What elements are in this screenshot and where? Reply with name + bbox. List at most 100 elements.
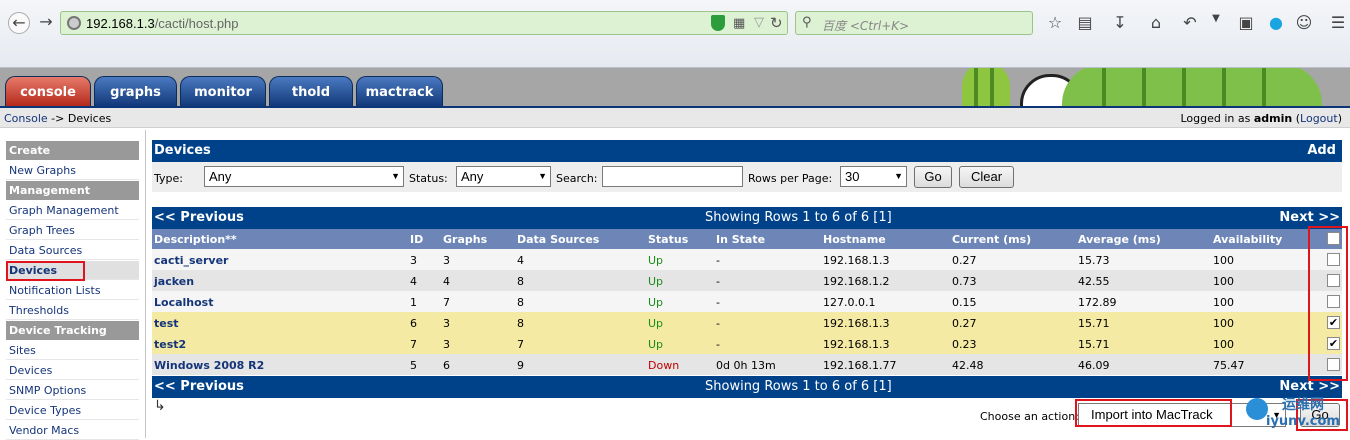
cell-status: Down bbox=[648, 359, 680, 372]
col-hostname[interactable]: Hostname bbox=[823, 233, 886, 246]
status-select[interactable]: Any ▼ bbox=[456, 166, 551, 187]
tab-monitor[interactable]: monitor bbox=[180, 76, 266, 106]
qrcode-icon[interactable]: ▦ bbox=[733, 16, 745, 31]
reload-icon[interactable]: ↻ bbox=[770, 14, 783, 32]
device-description-link[interactable]: jacken bbox=[154, 275, 194, 288]
cell-hostname: 192.168.1.2 bbox=[823, 275, 890, 288]
cell-current: 0.15 bbox=[952, 296, 977, 309]
type-select[interactable]: Any ▼ bbox=[204, 166, 404, 187]
emoji-icon[interactable]: ☺ bbox=[1294, 13, 1314, 32]
cell-graphs: 3 bbox=[443, 317, 450, 330]
search-icon: ⚲ bbox=[802, 15, 812, 30]
cell-status: Up bbox=[648, 275, 664, 288]
cell-id: 1 bbox=[410, 296, 417, 309]
sidebar-item-graph-management[interactable]: Graph Management bbox=[6, 201, 139, 220]
address-text: 192.168.1.3/cacti/host.php bbox=[86, 16, 239, 31]
device-description-link[interactable]: cacti_server bbox=[154, 254, 228, 267]
search-box[interactable]: ⚲ 百度 <Ctrl+K> bbox=[795, 11, 1033, 35]
cell-hostname: 192.168.1.3 bbox=[823, 254, 890, 267]
skype-icon[interactable]: ● bbox=[1266, 13, 1286, 32]
device-description-link[interactable]: test bbox=[154, 317, 179, 330]
col-current-ms[interactable]: Current (ms) bbox=[952, 233, 1031, 246]
panel-title: Devices bbox=[154, 143, 211, 158]
cell-availability: 75.47 bbox=[1213, 359, 1245, 372]
tab-thold[interactable]: thold bbox=[269, 76, 353, 106]
dropdown-arrow-icon[interactable]: ▽ bbox=[754, 15, 764, 30]
address-bar[interactable]: 192.168.1.3/cacti/host.php ▦ ▽ ↻ bbox=[60, 11, 788, 35]
col-status[interactable]: Status bbox=[648, 233, 688, 246]
rows-per-page-label: Rows per Page: bbox=[748, 172, 833, 185]
browser-toolbar: ← → 192.168.1.3/cacti/host.php ▦ ▽ ↻ ⚲ 百… bbox=[0, 0, 1350, 68]
sidebar-item-device-types[interactable]: Device Types bbox=[6, 401, 139, 420]
sidebar-item-new-graphs[interactable]: New Graphs bbox=[6, 161, 139, 180]
col-availability[interactable]: Availability bbox=[1213, 233, 1282, 246]
showing-rows-text: Showing Rows 1 to 6 of 6 [1] bbox=[705, 379, 892, 394]
clear-button[interactable]: Clear bbox=[959, 166, 1014, 188]
sidebar-item-thresholds[interactable]: Thresholds bbox=[6, 301, 139, 320]
shield-icon[interactable] bbox=[711, 15, 725, 31]
undo-icon[interactable]: ↶ bbox=[1180, 13, 1200, 32]
tab-mactrack[interactable]: mactrack bbox=[356, 76, 443, 106]
table-row[interactable]: Windows 2008 R2 5 6 9 Down 0d 0h 13m 192… bbox=[152, 354, 1342, 375]
go-button[interactable]: Go bbox=[914, 166, 952, 188]
table-row[interactable]: cacti_server 3 3 4 Up - 192.168.1.3 0.27… bbox=[152, 249, 1342, 270]
cell-data-sources: 8 bbox=[517, 296, 524, 309]
forward-icon[interactable]: → bbox=[36, 12, 56, 32]
cell-id: 7 bbox=[410, 338, 417, 351]
col-id[interactable]: ID bbox=[410, 233, 423, 246]
bookmarks-list-icon[interactable]: ▤ bbox=[1075, 13, 1095, 32]
login-status: Logged in as admin (Logout) bbox=[1180, 112, 1342, 125]
select-arrow-icon: ↳ bbox=[154, 398, 166, 414]
device-description-link[interactable]: test2 bbox=[154, 338, 186, 351]
undo-dropdown-icon[interactable]: ▼ bbox=[1206, 13, 1226, 24]
search-input[interactable] bbox=[602, 166, 743, 187]
menu-icon[interactable]: ☰ bbox=[1328, 13, 1348, 32]
table-row[interactable]: Localhost 1 7 8 Up - 127.0.0.1 0.15 172.… bbox=[152, 291, 1342, 312]
sidebar-item-vendor-macs[interactable]: Vendor Macs bbox=[6, 421, 139, 440]
sidebar-item-sites[interactable]: Sites bbox=[6, 341, 139, 360]
rows-per-page-select[interactable]: 30 ▼ bbox=[840, 166, 907, 187]
logout-link[interactable]: Logout bbox=[1300, 112, 1338, 125]
reader-icon[interactable]: ▣ bbox=[1236, 13, 1256, 32]
device-description-link[interactable]: Localhost bbox=[154, 296, 213, 309]
highlight-box-action bbox=[1075, 399, 1232, 427]
cell-availability: 100 bbox=[1213, 338, 1234, 351]
cell-graphs: 4 bbox=[443, 275, 450, 288]
add-device-link[interactable]: Add bbox=[1307, 140, 1336, 162]
tab-graphs[interactable]: graphs bbox=[94, 76, 177, 106]
home-icon[interactable]: ⌂ bbox=[1146, 13, 1166, 32]
sidebar-head-device-tracking: Device Tracking bbox=[6, 321, 139, 340]
cell-availability: 100 bbox=[1213, 317, 1234, 330]
sidebar-item-tracking-devices[interactable]: Devices bbox=[6, 361, 139, 380]
back-icon[interactable]: ← bbox=[8, 12, 30, 34]
col-data-sources[interactable]: Data Sources bbox=[517, 233, 599, 246]
cell-data-sources: 8 bbox=[517, 317, 524, 330]
username: admin bbox=[1253, 112, 1293, 125]
cell-graphs: 6 bbox=[443, 359, 450, 372]
col-average-ms[interactable]: Average (ms) bbox=[1078, 233, 1161, 246]
previous-link[interactable]: << Previous bbox=[154, 376, 244, 398]
chevron-down-icon: ▼ bbox=[894, 171, 903, 181]
cell-current: 42.48 bbox=[952, 359, 984, 372]
breadcrumb-console-link[interactable]: Console bbox=[4, 112, 48, 125]
cell-status: Up bbox=[648, 254, 664, 267]
bookmark-star-icon[interactable]: ☆ bbox=[1045, 13, 1065, 32]
table-row[interactable]: jacken 4 4 8 Up - 192.168.1.2 0.73 42.55… bbox=[152, 270, 1342, 291]
cell-average: 15.73 bbox=[1078, 254, 1110, 267]
table-row[interactable]: test2 7 3 7 Up - 192.168.1.3 0.23 15.71 … bbox=[152, 333, 1342, 354]
table-row[interactable]: test 6 3 8 Up - 192.168.1.3 0.27 15.71 1… bbox=[152, 312, 1342, 333]
device-description-link[interactable]: Windows 2008 R2 bbox=[154, 359, 264, 372]
sidebar-item-notification-lists[interactable]: Notification Lists bbox=[6, 281, 139, 300]
sidebar-item-snmp-options[interactable]: SNMP Options bbox=[6, 381, 139, 400]
download-icon[interactable]: ↧ bbox=[1110, 13, 1130, 32]
type-label: Type: bbox=[154, 172, 183, 185]
sidebar-item-data-sources[interactable]: Data Sources bbox=[6, 241, 139, 260]
col-in-state[interactable]: In State bbox=[716, 233, 765, 246]
cacti-logo-image bbox=[962, 68, 1350, 106]
tab-console[interactable]: console bbox=[5, 76, 91, 106]
col-graphs[interactable]: Graphs bbox=[443, 233, 487, 246]
chevron-down-icon: ▼ bbox=[538, 171, 547, 181]
sidebar-item-graph-trees[interactable]: Graph Trees bbox=[6, 221, 139, 240]
col-description[interactable]: Description** bbox=[154, 233, 237, 246]
previous-link[interactable]: << Previous bbox=[154, 207, 244, 229]
